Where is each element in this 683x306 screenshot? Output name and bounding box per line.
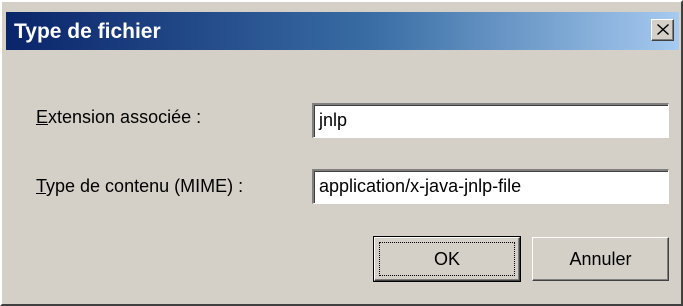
dialog-title: Type de fichier [14, 20, 161, 43]
dialog-window: Type de fichier Extension associée : jnl… [0, 0, 683, 306]
mime-type-input[interactable]: application/x-java-jnlp-file [312, 169, 669, 204]
cancel-button-label: Annuler [569, 249, 632, 269]
mime-type-label: Type de contenu (MIME) : [36, 176, 244, 196]
ok-button-label: OK [433, 249, 460, 269]
close-button[interactable] [651, 19, 674, 41]
extension-input[interactable]: jnlp [312, 103, 669, 138]
close-x-icon [657, 24, 669, 35]
cancel-button[interactable]: Annuler [532, 237, 669, 281]
ok-button[interactable]: OK [373, 236, 521, 282]
title-bar[interactable]: Type de fichier [6, 12, 679, 50]
extension-label: Extension associée : [36, 107, 202, 127]
